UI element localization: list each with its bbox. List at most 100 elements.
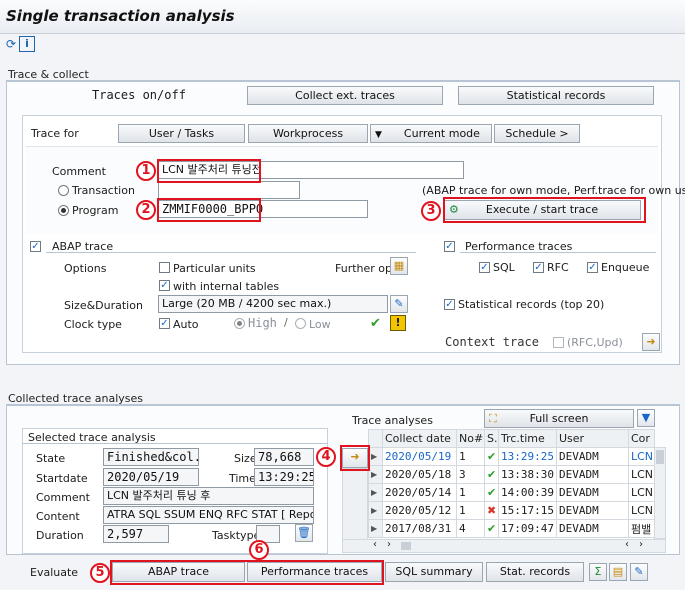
clock-type-label: Clock type (64, 318, 122, 331)
scroll-right-icon[interactable]: › (387, 539, 391, 550)
duration-label: Duration (36, 529, 84, 542)
horizontal-scrollbar[interactable]: ‹ › ‹ › (342, 539, 666, 553)
state-field: Finished&col. (103, 448, 199, 466)
export-icon[interactable]: ▤ (609, 563, 627, 581)
highlight-load (340, 445, 370, 471)
cell-trc-time: 17:09:47 (498, 519, 557, 538)
cell-collect-date: 2020/05/19 (382, 447, 457, 466)
current-mode-button[interactable]: ▼ Current mode (370, 124, 492, 143)
warning-icon[interactable]: ! (390, 315, 406, 331)
title-bar: Single transaction analysis (0, 0, 685, 34)
rfc-checkbox[interactable]: ✓ (533, 262, 544, 273)
cell-status: ✔ (484, 519, 499, 538)
tab-traces-onoff[interactable]: Traces on/off (92, 88, 186, 102)
cell-user: DEVADM (556, 483, 629, 502)
high-radio[interactable] (234, 318, 245, 329)
startdate-label: Startdate (36, 472, 88, 485)
sql-summary-button[interactable]: SQL summary (385, 562, 483, 582)
table-row[interactable]: ▶ 2020/05/12 1 ✖ 15:17:15 DEVADM LCN (368, 501, 655, 520)
internal-tables-checkbox[interactable]: ✓ (159, 280, 170, 291)
trace-analyses-table: Collect date No# S.. Trc.time User Cor ▶… (368, 429, 655, 538)
statistical-records-checkbox[interactable]: ✓ (444, 299, 455, 310)
rfc-upd-checkbox[interactable] (553, 337, 564, 348)
highlight-program (157, 198, 261, 222)
scroll-left-icon[interactable]: ‹ (373, 539, 377, 550)
current-mode-label: Current mode (403, 127, 480, 140)
scroll-end-right-icon[interactable]: › (639, 539, 643, 550)
cell-trc-time: 13:38:30 (498, 465, 557, 484)
col-cor[interactable]: Cor (628, 429, 655, 448)
statistical-records-tab[interactable]: Statistical records (458, 86, 654, 105)
stat-records-button[interactable]: Stat. records (486, 562, 584, 582)
schedule-button[interactable]: Schedule > (494, 124, 580, 143)
cell-user: DEVADM (556, 501, 629, 520)
cell-trc-time: 14:00:39 (498, 483, 557, 502)
full-screen-label: Full screen (529, 412, 589, 425)
duration-field: 2,597 (103, 525, 169, 543)
sum-icon[interactable]: Σ (589, 563, 607, 581)
full-screen-button[interactable]: ⛶ Full screen (484, 409, 634, 428)
refresh-icon[interactable]: ⟳ (3, 36, 19, 52)
cell-status: ✔ (484, 483, 499, 502)
cell-cor: LCN (628, 447, 655, 466)
perf-traces-checkbox[interactable]: ✓ (444, 241, 455, 252)
tasktype-label: Tasktype (212, 529, 261, 542)
hint-text: (ABAP trace for own mode, Perf.trace for… (422, 184, 685, 197)
marker-4: 4 (316, 447, 336, 467)
vertical-scrollbar[interactable] (654, 447, 666, 539)
marker-1: 1 (136, 161, 156, 181)
state-label: State (36, 452, 66, 465)
particular-units-label: Particular units (173, 262, 256, 275)
sql-checkbox[interactable]: ✓ (479, 262, 490, 273)
trash-icon[interactable]: 🗑 (295, 524, 313, 542)
cell-no: 1 (456, 501, 485, 520)
selected-comment-field: LCN 발주처리 튜닝 후 (103, 487, 314, 505)
cell-status: ✔ (484, 465, 499, 484)
row-selector: ▶ (368, 483, 383, 502)
cell-user: DEVADM (556, 447, 629, 466)
further-opt-icon[interactable]: ▦ (390, 257, 408, 275)
workprocess-button[interactable]: Workprocess (248, 124, 368, 143)
internal-tables-label: with internal tables (173, 280, 280, 293)
col-no[interactable]: No# (456, 429, 485, 448)
user-tasks-button[interactable]: User / Tasks (118, 124, 245, 143)
abap-trace-checkbox[interactable]: ✓ (30, 241, 41, 252)
row-selector: ▶ (368, 519, 383, 538)
low-label: Low (309, 318, 331, 331)
col-status[interactable]: S.. (484, 429, 499, 448)
highlight-evaluate (110, 560, 384, 585)
program-radio[interactable] (58, 205, 69, 216)
page-title: Single transaction analysis (6, 7, 235, 25)
cell-cor: LCN (628, 465, 655, 484)
cell-cor: LCN (628, 483, 655, 502)
cell-collect-date: 2017/08/31 (382, 519, 457, 538)
collect-ext-traces-button[interactable]: Collect ext. traces (247, 86, 443, 105)
comment-label: Comment (52, 165, 106, 178)
edit-icon[interactable]: ✎ (630, 563, 648, 581)
table-row[interactable]: ▶ 2020/05/19 1 ✔ 13:29:25 DEVADM LCN (368, 447, 655, 466)
low-radio[interactable] (295, 318, 306, 329)
size-duration-value-help-icon[interactable]: ✎ (390, 295, 408, 313)
info-icon[interactable]: i (19, 36, 35, 52)
cell-trc-time: 15:17:15 (498, 501, 557, 520)
cell-user: DEVADM (556, 519, 629, 538)
table-row[interactable]: ▶ 2017/08/31 4 ✔ 17:09:47 DEVADM 펌밸 (368, 519, 655, 538)
cell-no: 1 (456, 483, 485, 502)
particular-units-checkbox[interactable] (159, 262, 170, 273)
enqueue-checkbox[interactable]: ✓ (587, 262, 598, 273)
table-row[interactable]: ▶ 2020/05/14 1 ✔ 14:00:39 DEVADM LCN (368, 483, 655, 502)
scroll-end-left-icon[interactable]: ‹ (625, 539, 629, 550)
col-collect-date[interactable]: Collect date (382, 429, 457, 448)
table-row[interactable]: ▶ 2020/05/18 3 ✔ 13:38:30 DEVADM LCN (368, 465, 655, 484)
col-user[interactable]: User (556, 429, 629, 448)
col-trc-time[interactable]: Trc.time (498, 429, 557, 448)
auto-checkbox[interactable]: ✓ (159, 318, 170, 329)
filter-icon[interactable]: ▼ (637, 409, 655, 427)
transaction-input[interactable] (158, 181, 300, 199)
rfc-upd-label: (RFC,Upd) (567, 336, 623, 349)
transaction-label: Transaction (72, 184, 135, 197)
transaction-radio[interactable] (58, 185, 69, 196)
size-duration-input[interactable]: Large (20 MB / 4200 sec max.) (158, 295, 388, 313)
context-trace-icon[interactable]: ➜ (642, 333, 660, 351)
selected-comment-label: Comment (36, 491, 90, 504)
